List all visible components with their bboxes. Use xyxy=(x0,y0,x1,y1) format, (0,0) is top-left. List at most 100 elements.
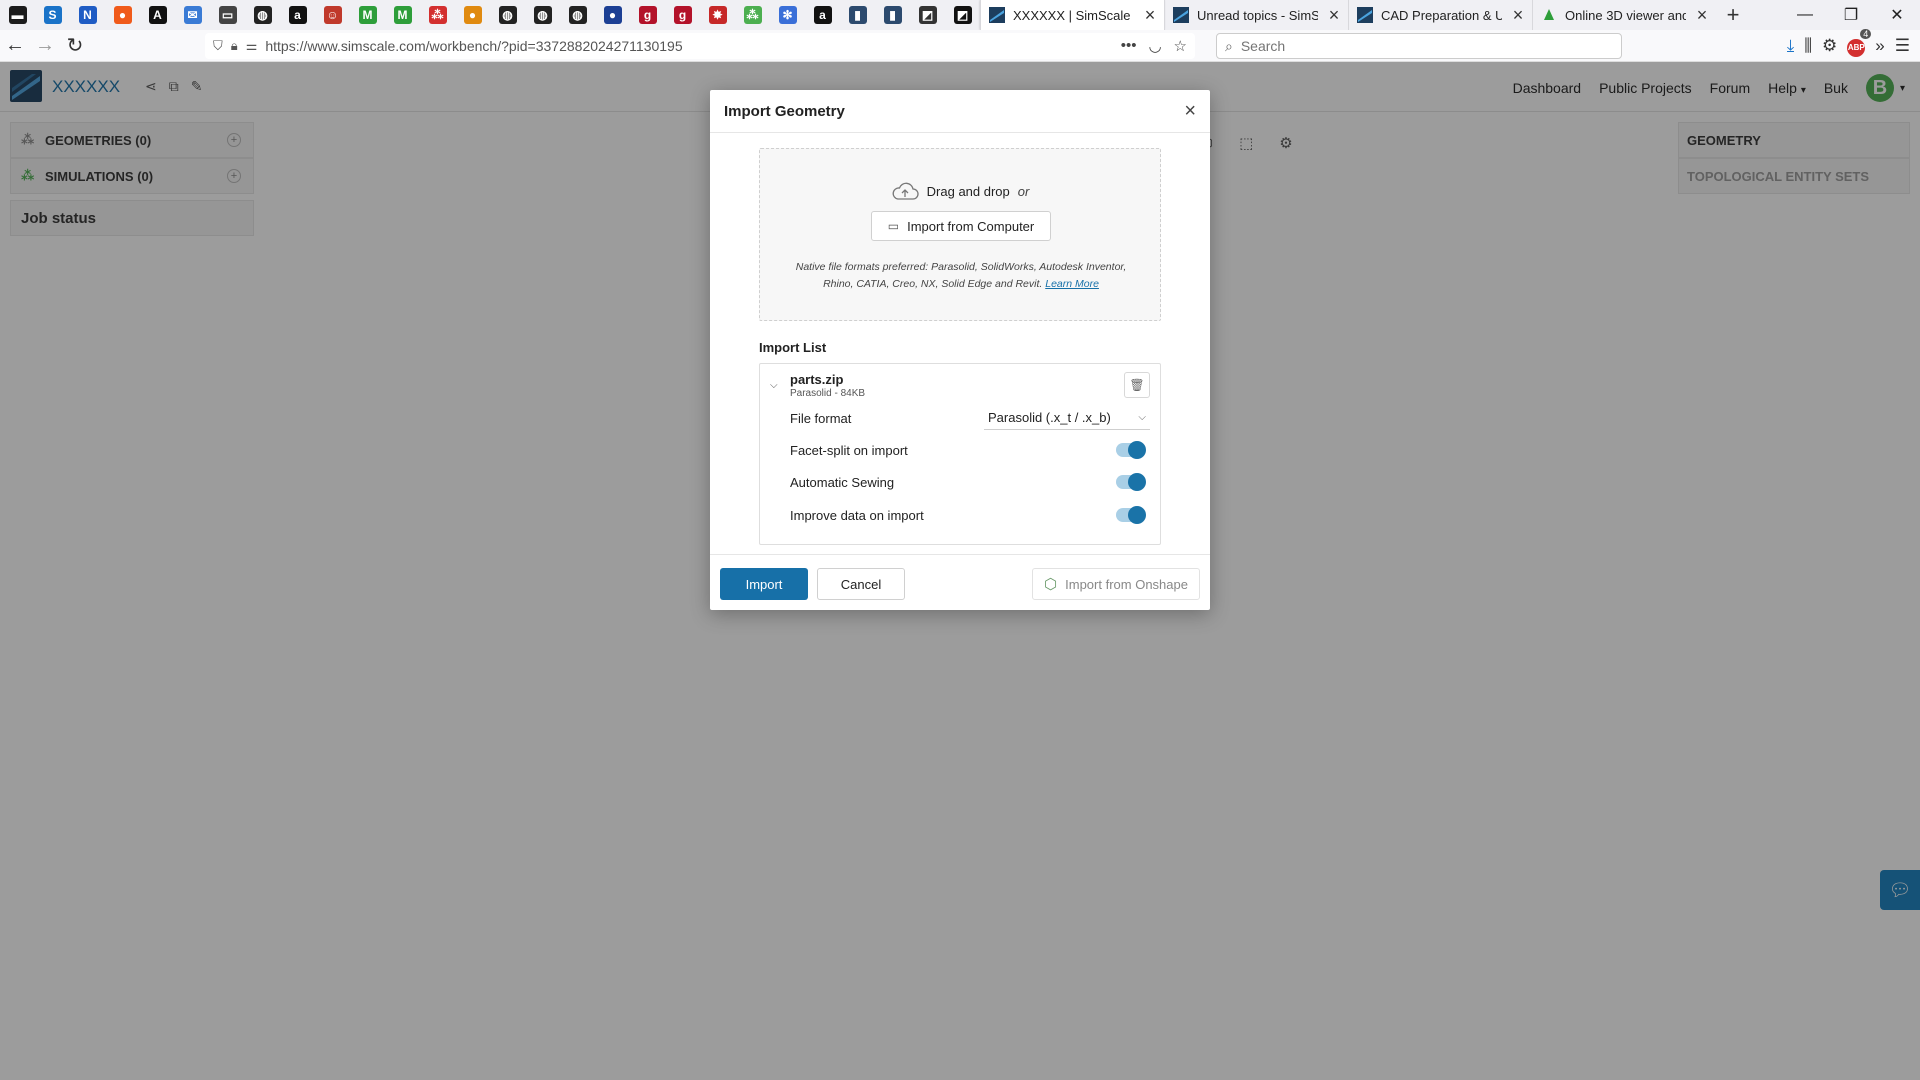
import-list: ⌵ parts.zip Parasolid - 84KB 🗑︎ File for… xyxy=(759,363,1161,545)
close-icon[interactable]: × xyxy=(1184,100,1196,123)
pinned-tab[interactable]: g xyxy=(630,0,665,30)
pinned-tab[interactable]: ● xyxy=(595,0,630,30)
close-tab-icon[interactable]: × xyxy=(1142,5,1158,26)
pinned-tab[interactable]: ☺ xyxy=(315,0,350,30)
improve-data-toggle[interactable] xyxy=(1116,506,1146,524)
automatic-sewing-row: Automatic Sewing xyxy=(790,471,1150,493)
orange-logo-icon: ● xyxy=(463,6,482,24)
globe-icon-4: ◍ xyxy=(568,6,587,24)
pinned-tab[interactable]: ◍ xyxy=(560,0,595,30)
pinned-tab[interactable]: ▬ xyxy=(0,0,35,30)
pinned-tab[interactable]: M xyxy=(385,0,420,30)
pinned-tab[interactable]: M xyxy=(350,0,385,30)
file-format-label: File format xyxy=(790,410,852,426)
url-text[interactable]: https://www.simscale.com/workbench/?pid=… xyxy=(265,38,1112,54)
tab-cad-preparation[interactable]: CAD Preparation & Upl × xyxy=(1348,0,1532,30)
automatic-sewing-toggle[interactable] xyxy=(1116,473,1146,491)
close-tab-icon[interactable]: × xyxy=(1510,5,1526,26)
pinned-tab[interactable]: g xyxy=(665,0,700,30)
pinned-tab[interactable]: S xyxy=(35,0,70,30)
drag-drop-line: Drag and drop or xyxy=(760,181,1160,201)
tfl-icon: ▬ xyxy=(8,6,27,24)
url-bar[interactable]: ⛉ 🔒︎ ⚌ https://www.simscale.com/workbenc… xyxy=(205,33,1195,59)
pinned-tab[interactable]: N xyxy=(70,0,105,30)
pinned-tab[interactable]: ▮ xyxy=(840,0,875,30)
reload-icon[interactable]: ↻ xyxy=(60,31,90,61)
pinned-tab[interactable]: ⁂ xyxy=(735,0,770,30)
pinned-tab[interactable]: ⁂ xyxy=(420,0,455,30)
pinned-tab[interactable]: ▭ xyxy=(210,0,245,30)
pinned-tabs: ▬ S N ● A ✉ ▭ ◍ a ☺ M M ⁂ ● ◍ ◍ ◍ ● g g ✸ ⁂ ✻ a ▮ ▮ ◩ ◩ xyxy=(0,0,980,30)
pinned-tab[interactable]: a xyxy=(805,0,840,30)
library-icon[interactable]: ⫼ xyxy=(1804,36,1812,56)
drag-drop-text: Drag and drop xyxy=(926,183,1010,199)
globe-icon: ◍ xyxy=(253,6,272,24)
import-button[interactable]: Import xyxy=(720,568,808,600)
minimize-icon[interactable]: — xyxy=(1782,0,1828,30)
tab-unread-topics[interactable]: Unread topics - SimSca × xyxy=(1164,0,1348,30)
settings-gear-icon[interactable]: ⚙ xyxy=(1822,36,1837,56)
browser-toolbar: ⤓ ⫼ ⚙ ABP 4 » ☰ xyxy=(1787,29,1910,59)
pinned-tab[interactable]: A xyxy=(140,0,175,30)
file-format-value: Parasolid (.x_t / .x_b) xyxy=(988,410,1111,425)
menu-icon[interactable]: ☰ xyxy=(1895,36,1910,56)
bookmark-star-icon[interactable]: ☆ xyxy=(1174,37,1187,55)
restore-icon[interactable]: ❐ xyxy=(1828,0,1874,30)
shield-icon[interactable]: ⛉ xyxy=(213,38,223,54)
trash-icon[interactable]: 🗑︎ xyxy=(1124,372,1150,398)
pinned-tab[interactable]: ◩ xyxy=(945,0,980,30)
chevron-down-icon: ⌵ xyxy=(1138,412,1146,423)
tab-title: CAD Preparation & Upl xyxy=(1381,7,1502,23)
forward-icon[interactable]: → xyxy=(30,31,60,61)
close-tab-icon[interactable]: × xyxy=(1694,5,1710,26)
pinned-tab[interactable]: ◍ xyxy=(490,0,525,30)
chevron-down-icon[interactable]: ⌵ xyxy=(770,380,778,391)
tab-title: Unread topics - SimSca xyxy=(1197,7,1318,23)
pocket-icon[interactable]: ◡ xyxy=(1148,37,1161,55)
drop-zone[interactable]: Drag and drop or ▭ Import from Computer … xyxy=(759,148,1161,321)
pinned-tab[interactable]: ▮ xyxy=(875,0,910,30)
simscale-logo-icon xyxy=(1173,7,1189,23)
import-geometry-dialog: Import Geometry × Drag and drop or ▭ Imp… xyxy=(710,90,1210,610)
lock-icon[interactable]: 🔒︎ xyxy=(231,38,238,54)
adblock-icon[interactable]: ABP 4 xyxy=(1847,29,1872,57)
overflow-icon[interactable]: » xyxy=(1875,36,1884,56)
import-computer-label: Import from Computer xyxy=(907,218,1035,234)
tab-simscale-workbench[interactable]: XXXXXX | SimScale Wo × xyxy=(980,0,1164,30)
download-icon[interactable]: ⤓ xyxy=(1787,36,1795,56)
addon-badge: 4 xyxy=(1860,29,1872,39)
page-actions-icon[interactable]: ••• xyxy=(1121,37,1137,55)
import-list-title: Import List xyxy=(759,340,827,355)
browser-nav-bar: ← → ↻ ⛉ 🔒︎ ⚌ https://www.simscale.com/wo… xyxy=(0,29,1920,62)
back-icon[interactable]: ← xyxy=(0,31,30,61)
pinned-tab[interactable]: ◩ xyxy=(910,0,945,30)
learn-more-link[interactable]: Learn More xyxy=(1045,278,1099,290)
facet-split-toggle[interactable] xyxy=(1116,441,1146,459)
pinned-tab[interactable]: ● xyxy=(105,0,140,30)
cancel-button[interactable]: Cancel xyxy=(817,568,905,600)
search-bar[interactable]: ⌕ xyxy=(1216,33,1622,59)
pinned-tab[interactable]: a xyxy=(280,0,315,30)
pinned-tab[interactable]: ✻ xyxy=(770,0,805,30)
pinned-tab[interactable]: ◍ xyxy=(245,0,280,30)
laptop-icon: ▭ xyxy=(887,219,900,233)
book-icon-2: ▮ xyxy=(883,6,902,24)
pinned-tab[interactable]: ● xyxy=(455,0,490,30)
file-format-select[interactable]: Parasolid (.x_t / .x_b) ⌵ xyxy=(984,406,1150,430)
new-tab-button[interactable]: + xyxy=(1716,2,1750,28)
close-tab-icon[interactable]: × xyxy=(1326,5,1342,26)
search-input[interactable] xyxy=(1240,38,1613,54)
pinned-tab[interactable]: ◍ xyxy=(525,0,560,30)
import-from-computer-button[interactable]: ▭ Import from Computer xyxy=(871,211,1051,241)
pinned-tab[interactable]: ✸ xyxy=(700,0,735,30)
tab-online-3d-viewer[interactable]: Online 3D viewer and c × xyxy=(1532,0,1716,30)
globe-icon-2: ◍ xyxy=(498,6,517,24)
mail-icon: ✉ xyxy=(183,6,202,24)
automatic-sewing-label: Automatic Sewing xyxy=(790,474,895,490)
pinned-tab[interactable]: ✉ xyxy=(175,0,210,30)
red-dots-icon: ⁂ xyxy=(428,6,447,24)
import-from-onshape-button[interactable]: ⬡ Import from Onshape xyxy=(1032,568,1200,600)
simscale-logo-icon xyxy=(989,7,1005,23)
window-close-icon[interactable]: ✕ xyxy=(1874,0,1920,30)
permissions-icon[interactable]: ⚌ xyxy=(246,38,258,54)
